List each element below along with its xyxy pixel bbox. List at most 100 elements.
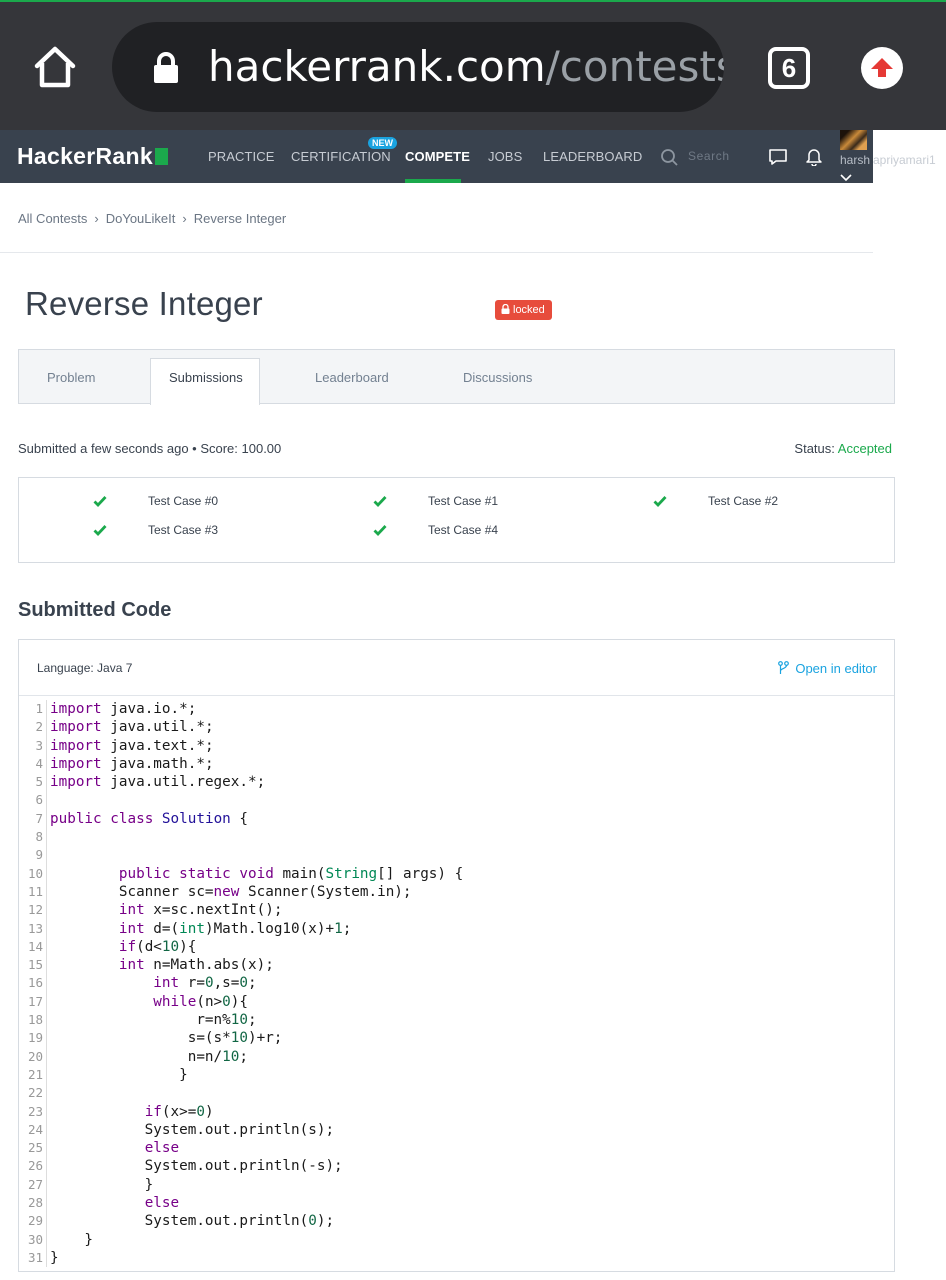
chevron-right-icon: › [94, 211, 99, 226]
hackerrank-logo[interactable]: HackerRank [17, 143, 168, 170]
code-text: Scanner sc=new Scanner(System.in); [50, 883, 412, 900]
code-text: int d=(int)Math.log10(x)+1; [118, 920, 352, 937]
messages-icon[interactable] [768, 148, 788, 166]
notifications-icon[interactable] [805, 147, 823, 166]
breadcrumb: All Contests › DoYouLikeIt › Reverse Integer [18, 211, 286, 226]
nav-jobs[interactable]: JOBS [488, 149, 522, 164]
lock-icon [154, 52, 178, 83]
active-nav-indicator [405, 179, 461, 183]
line-number: 5 [35, 774, 43, 790]
code-line: 27 } [19, 1175, 894, 1195]
line-number: 15 [27, 957, 43, 973]
tab-bar: Problem Submissions Leaderboard Discussi… [18, 349, 895, 405]
breadcrumb-contest[interactable]: DoYouLikeIt [106, 211, 176, 226]
test-cases-panel: Test Case #0 Test Case #1 Test Case #2 T… [18, 477, 895, 563]
code-line: 6 [19, 791, 894, 810]
breadcrumb-all-contests[interactable]: All Contests [18, 211, 87, 226]
code-line: 25 else [19, 1139, 894, 1158]
tab-discussions[interactable]: Discussions [463, 370, 532, 385]
test-case-4[interactable]: Test Case #4 [373, 523, 498, 537]
page-title: Reverse Integer [25, 285, 263, 322]
nav-certification[interactable]: CERTIFICATION [291, 149, 391, 164]
code-line: 19 s=(s*10)+r; [19, 1029, 894, 1048]
code-text: else [144, 1195, 180, 1212]
code-line: 24 System.out.println(s); [19, 1120, 894, 1140]
nav-practice[interactable]: PRACTICE [208, 149, 275, 164]
line-number: 27 [27, 1176, 43, 1192]
check-icon [373, 525, 387, 536]
language-label: Language: Java 7 [37, 661, 133, 675]
code-text: while(n>0){ [153, 993, 248, 1010]
new-badge: NEW [368, 137, 397, 149]
line-number: 8 [35, 829, 43, 845]
browser-toolbar: hackerrank.com/contests/d 6 [0, 0, 946, 130]
chevron-down-icon[interactable] [840, 174, 852, 182]
code-line: 26 System.out.println(-s); [19, 1157, 894, 1176]
code-text: import java.math.*; [50, 755, 214, 772]
code-line: 5 import java.util.regex.*; [19, 773, 894, 792]
code-text: r=n%10; [50, 1012, 257, 1029]
code-line: 22 [19, 1084, 894, 1103]
tab-submissions-label[interactable]: Submissions [169, 370, 243, 385]
code-text: s=(s*10)+r; [50, 1030, 283, 1047]
site-navbar: HackerRank PRACTICE CERTIFICATION NEW CO… [0, 130, 873, 183]
tab-leaderboard[interactable]: Leaderboard [315, 370, 389, 385]
username-label[interactable]: harsh [840, 153, 870, 167]
tab-switcher-button[interactable]: 6 [768, 47, 810, 89]
test-case-2[interactable]: Test Case #2 [653, 494, 778, 508]
code-panel: Language: Java 7 Open in editor 1 import … [18, 639, 895, 1272]
code-text: import java.text.*; [50, 737, 214, 754]
username-overflow-text: apriyamari1 [873, 153, 936, 167]
code-text: import java.util.regex.*; [50, 774, 266, 791]
code-text: int n=Math.abs(x); [118, 957, 274, 974]
address-bar[interactable]: hackerrank.com/contests/d [112, 22, 724, 112]
code-text: System.out.println(0); [50, 1213, 335, 1230]
submission-status: Status: Accepted [794, 441, 892, 456]
code-line: 30 } [19, 1230, 894, 1249]
code-text: int x=sc.nextInt(); [118, 902, 283, 919]
test-case-1[interactable]: Test Case #1 [373, 494, 498, 508]
check-icon [653, 496, 667, 507]
tab-problem[interactable]: Problem [47, 370, 95, 385]
nav-leaderboard[interactable]: LEADERBOARD [543, 149, 642, 164]
line-number: 31 [27, 1249, 43, 1265]
submitted-code-title: Submitted Code [18, 599, 172, 621]
line-number: 14 [27, 938, 43, 954]
test-case-3[interactable]: Test Case #3 [93, 523, 218, 537]
code-line: 17 while(n>0){ [19, 992, 894, 1012]
code-line: 3 import java.text.*; [19, 736, 894, 755]
code-line: 13 int d=(int)Math.log10(x)+1; [19, 919, 894, 938]
code-text: else [144, 1140, 180, 1157]
line-number: 22 [27, 1085, 43, 1101]
code-line: 28 else [19, 1194, 894, 1213]
arrow-up-icon [871, 58, 893, 77]
test-case-0[interactable]: Test Case #0 [93, 494, 218, 508]
lock-icon [501, 303, 510, 314]
home-icon[interactable] [32, 44, 78, 90]
code-text: } [50, 1176, 154, 1193]
search-icon[interactable] [660, 148, 680, 166]
search-input[interactable]: Search [688, 149, 730, 163]
code-line: 7 public class Solution { [19, 809, 894, 829]
code-line: 16 int r=0,s=0; [19, 974, 894, 993]
divider [0, 252, 873, 253]
line-number: 29 [27, 1213, 43, 1229]
code-text: import java.util.*; [50, 719, 214, 736]
line-number: 7 [35, 810, 43, 826]
open-in-editor-link[interactable]: Open in editor [778, 661, 877, 676]
code-text: import java.io.*; [50, 701, 197, 717]
avatar[interactable] [840, 130, 867, 150]
code-line: 15 int n=Math.abs(x); [19, 956, 894, 975]
code-line: 21 } [19, 1065, 894, 1085]
code-line: 29 System.out.println(0); [19, 1212, 894, 1231]
line-number: 10 [27, 865, 43, 881]
update-button[interactable] [861, 47, 903, 89]
code-text: public static void main(String[] args) { [118, 865, 464, 882]
check-icon [93, 496, 107, 507]
nav-compete[interactable]: COMPETE [405, 149, 470, 164]
line-number: 24 [27, 1121, 43, 1137]
check-icon [373, 496, 387, 507]
chevron-right-icon: › [182, 211, 187, 226]
code-editor[interactable]: 1 import java.io.*; 2 import java.util.*; 3 i… [19, 700, 894, 1268]
line-number: 16 [27, 975, 43, 991]
